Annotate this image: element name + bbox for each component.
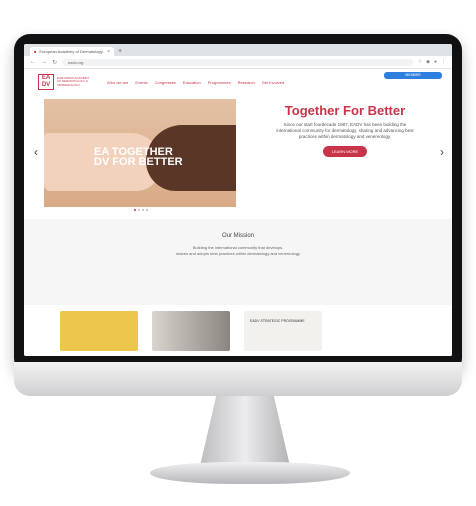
hero-image-logo-bottom: DV FOR BETTER	[94, 156, 183, 168]
url-text: eadv.org	[68, 59, 84, 65]
hero-image-logo: EA TOGETHER DV FOR BETTER	[94, 147, 183, 168]
favicon-icon: ■	[34, 49, 37, 54]
extension-icon[interactable]: ◆	[426, 59, 430, 65]
carousel-dots	[134, 209, 148, 211]
logo-text: EUROPEAN ACADEMY OF DERMATOLOGY & VENERE…	[57, 75, 90, 87]
carousel-dot[interactable]	[142, 209, 144, 211]
main-nav: Who we are Events Congresses Education P…	[107, 80, 284, 85]
card[interactable]	[60, 311, 138, 351]
carousel-next-icon[interactable]: ›	[440, 145, 444, 159]
nav-item[interactable]: Education	[183, 80, 201, 85]
screen: ■ European Academy of Dermatology and Ve…	[24, 44, 452, 356]
mission-section: Our Mission Building the international c…	[24, 219, 452, 305]
star-icon[interactable]: ☆	[418, 59, 422, 65]
member-button[interactable]: MEMBER	[384, 72, 442, 79]
card[interactable]	[152, 311, 230, 351]
hero-carousel: ‹ EA TOGETHER DV FOR BETTER Together For…	[24, 95, 452, 219]
mission-body: Building the international community tha…	[24, 245, 452, 256]
logo-mark: EA DV	[38, 74, 54, 90]
cards-row: EADV STRATEGIC PROGRAMME	[24, 305, 452, 356]
hero-text: Together For Better Since our start four…	[260, 103, 430, 158]
url-input[interactable]: eadv.org	[62, 58, 413, 66]
logo-mark-bottom: DV	[41, 82, 51, 88]
monitor-base	[150, 462, 350, 484]
browser-toolbar-icons: ☆ ◆ ● ⋮	[418, 59, 446, 65]
learn-more-button[interactable]: LEARN MORE	[322, 146, 368, 157]
close-icon[interactable]: ×	[107, 49, 110, 55]
hero-body: Since our start fourdecade 1987, EADV ha…	[276, 122, 414, 139]
nav-item[interactable]: Who we are	[107, 80, 128, 85]
address-bar-row: ← → ↻ eadv.org ☆ ◆ ● ⋮	[24, 56, 452, 69]
nav-item[interactable]: Events	[135, 80, 147, 85]
nav-item[interactable]: Get Involved	[262, 80, 284, 85]
browser-tabbar: ■ European Academy of Dermatology and Ve…	[24, 44, 452, 56]
tab-title: European Academy of Dermatology and Vene…	[39, 49, 104, 54]
new-tab-button[interactable]: +	[118, 47, 122, 56]
mission-title: Our Mission	[221, 233, 254, 239]
profile-icon[interactable]: ●	[434, 59, 437, 65]
nav-item[interactable]: Research	[238, 80, 255, 85]
logo-mark-top: EA	[41, 75, 51, 81]
forward-button[interactable]: →	[41, 59, 47, 65]
nav-item[interactable]: Programmes	[208, 80, 231, 85]
back-button[interactable]: ←	[30, 59, 36, 65]
carousel-prev-icon[interactable]: ‹	[34, 145, 38, 159]
carousel-dot[interactable]	[134, 209, 136, 211]
reload-button[interactable]: ↻	[52, 59, 57, 66]
card-label: EADV STRATEGIC PROGRAMME	[250, 319, 305, 323]
browser-tab[interactable]: ■ European Academy of Dermatology and Ve…	[30, 47, 114, 56]
site-logo[interactable]: EA DV EUROPEAN ACADEMY OF DERMATOLOGY & …	[38, 74, 91, 90]
hero-image: EA TOGETHER DV FOR BETTER	[44, 99, 236, 207]
carousel-dot[interactable]	[138, 209, 140, 211]
site-header: EA DV EUROPEAN ACADEMY OF DERMATOLOGY & …	[24, 69, 452, 95]
mission-body-line: shares and adopts best practices within …	[176, 250, 300, 256]
card[interactable]: EADV STRATEGIC PROGRAMME	[244, 311, 322, 351]
nav-item[interactable]: Congresses	[155, 80, 176, 85]
menu-icon[interactable]: ⋮	[441, 59, 446, 65]
monitor-stand	[200, 396, 290, 466]
carousel-dot[interactable]	[146, 209, 148, 211]
monitor-chin	[14, 362, 462, 396]
hero-title: Together For Better	[284, 103, 406, 118]
